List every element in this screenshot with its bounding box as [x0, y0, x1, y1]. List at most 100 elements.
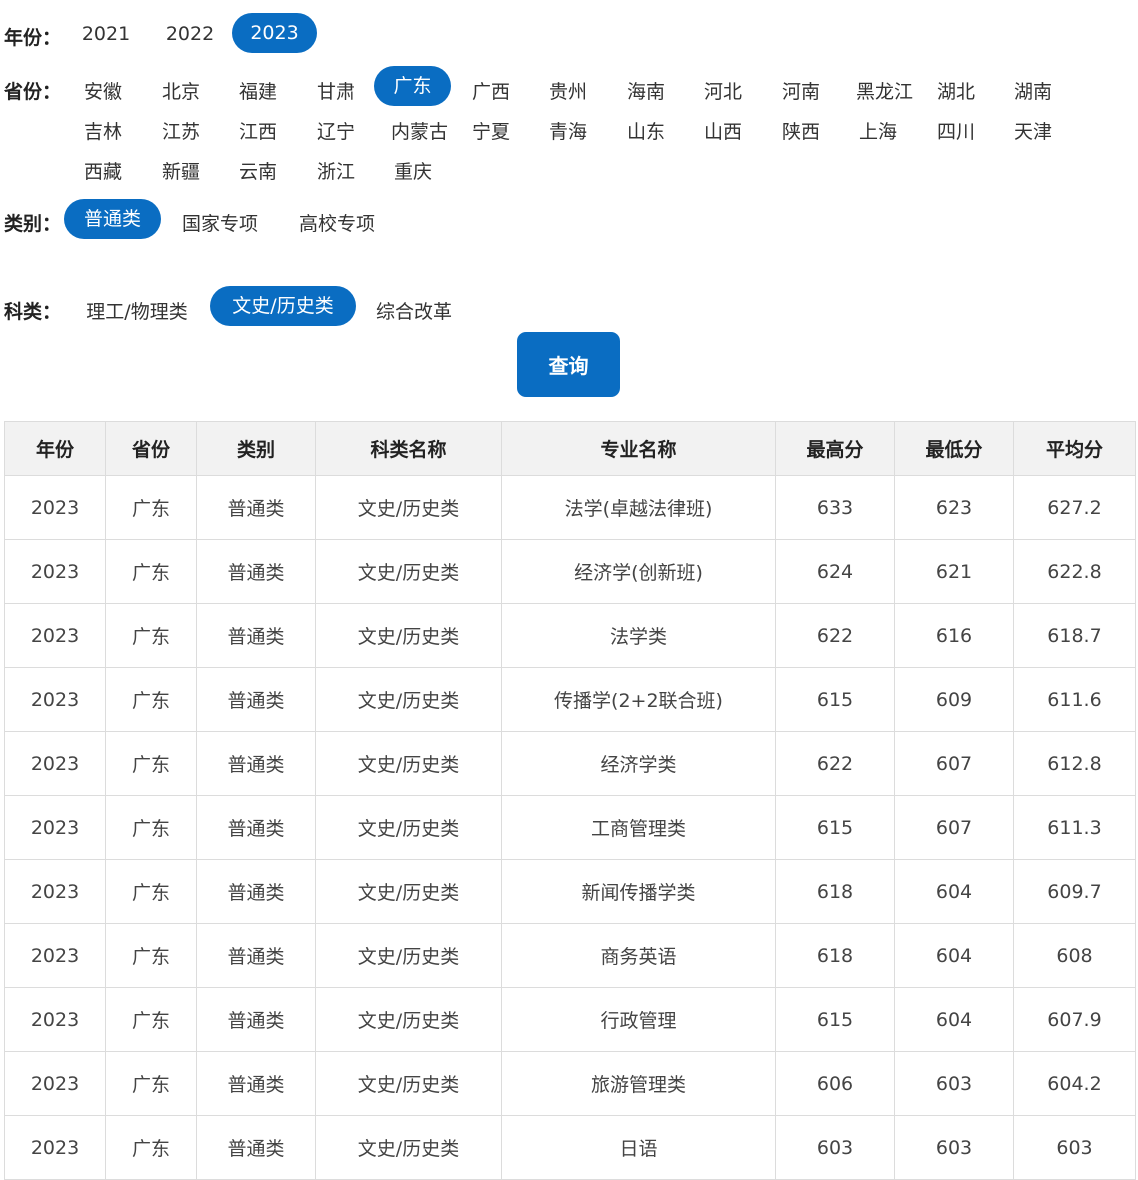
cell-category: 普通类 [196, 795, 316, 860]
cell-min-score: 621 [894, 539, 1014, 604]
cell-category: 普通类 [196, 923, 316, 988]
year-option[interactable]: 2021 [81, 23, 131, 45]
cell-subject: 文史/历史类 [315, 475, 502, 540]
cell-subject: 文史/历史类 [315, 603, 502, 668]
province-option[interactable]: 安徽 [81, 77, 125, 104]
province-option[interactable]: 新疆 [159, 157, 203, 184]
province-option[interactable]: 贵州 [546, 77, 590, 104]
province-option[interactable]: 河南 [779, 77, 823, 104]
cell-year: 2023 [4, 923, 106, 988]
province-option[interactable]: 西藏 [81, 157, 125, 184]
cell-subject: 文史/历史类 [315, 731, 502, 796]
score-table: 年份 省份 类别 科类名称 专业名称 最高分 最低分 平均分 2023 广东 普通类… [4, 421, 1136, 1180]
cell-province: 广东 [105, 731, 197, 796]
cell-min-score: 607 [894, 795, 1014, 860]
cell-province: 广东 [105, 987, 197, 1052]
header-province: 省份 [105, 421, 197, 476]
cell-province: 广东 [105, 667, 197, 732]
cell-subject: 文史/历史类 [315, 859, 502, 924]
province-option[interactable]: 重庆 [391, 157, 435, 184]
cell-year: 2023 [4, 1051, 106, 1116]
cell-max-score: 622 [775, 603, 895, 668]
province-option[interactable]: 四川 [934, 117, 978, 144]
subject-option[interactable]: 综合改革 [372, 297, 456, 324]
cell-year: 2023 [4, 859, 106, 924]
category-label: 类别： [4, 213, 62, 235]
cell-major: 工商管理类 [501, 795, 776, 860]
table-row: 2023 广东 普通类 文史/历史类 工商管理类 615 607 611.3 [4, 795, 1136, 860]
header-max-score: 最高分 [775, 421, 895, 476]
category-option[interactable]: 国家专项 [178, 209, 262, 236]
cell-major: 传播学(2+2联合班) [501, 667, 776, 732]
table-row: 2023 广东 普通类 文史/历史类 日语 603 603 603 [4, 1115, 1136, 1180]
cell-major: 法学类 [501, 603, 776, 668]
year-option[interactable]: 2022 [164, 23, 216, 45]
province-option[interactable]: 广西 [469, 77, 513, 104]
cell-major: 新闻传播学类 [501, 859, 776, 924]
province-option[interactable]: 内蒙古 [391, 117, 448, 144]
province-option[interactable]: 湖北 [934, 77, 978, 104]
province-option[interactable]: 海南 [624, 77, 668, 104]
cell-max-score: 618 [775, 923, 895, 988]
cell-province: 广东 [105, 859, 197, 924]
cell-max-score: 618 [775, 859, 895, 924]
province-option[interactable]: 甘肃 [314, 77, 358, 104]
cell-year: 2023 [4, 795, 106, 860]
province-option[interactable]: 北京 [159, 77, 203, 104]
province-option[interactable]: 山东 [624, 117, 668, 144]
table-row: 2023 广东 普通类 文史/历史类 法学类 622 616 618.7 [4, 603, 1136, 668]
cell-province: 广东 [105, 1051, 197, 1116]
cell-min-score: 616 [894, 603, 1014, 668]
cell-category: 普通类 [196, 859, 316, 924]
province-option[interactable]: 福建 [236, 77, 280, 104]
cell-min-score: 604 [894, 987, 1014, 1052]
subject-option-selected[interactable]: 文史/历史类 [210, 286, 356, 326]
province-option[interactable]: 吉林 [81, 117, 125, 144]
province-option[interactable]: 江苏 [159, 117, 203, 144]
cell-year: 2023 [4, 539, 106, 604]
province-option[interactable]: 宁夏 [469, 117, 513, 144]
cell-major: 经济学(创新班) [501, 539, 776, 604]
province-option[interactable]: 天津 [1011, 117, 1055, 144]
province-option[interactable]: 浙江 [314, 157, 358, 184]
province-option[interactable]: 湖南 [1011, 77, 1055, 104]
province-option[interactable]: 江西 [236, 117, 280, 144]
province-option[interactable]: 云南 [236, 157, 280, 184]
cell-province: 广东 [105, 1115, 197, 1180]
province-option[interactable]: 山西 [701, 117, 745, 144]
cell-major: 日语 [501, 1115, 776, 1180]
cell-min-score: 604 [894, 859, 1014, 924]
cell-major: 商务英语 [501, 923, 776, 988]
cell-major: 经济学类 [501, 731, 776, 796]
cell-major: 行政管理 [501, 987, 776, 1052]
category-option[interactable]: 高校专项 [295, 209, 379, 236]
cell-category: 普通类 [196, 987, 316, 1052]
cell-avg-score: 612.8 [1013, 731, 1136, 796]
cell-province: 广东 [105, 539, 197, 604]
subject-option[interactable]: 理工/物理类 [81, 297, 193, 324]
province-option[interactable]: 辽宁 [314, 117, 358, 144]
cell-avg-score: 604.2 [1013, 1051, 1136, 1116]
table-row: 2023 广东 普通类 文史/历史类 经济学类 622 607 612.8 [4, 731, 1136, 796]
province-option[interactable]: 青海 [546, 117, 590, 144]
province-option[interactable]: 河北 [701, 77, 745, 104]
cell-category: 普通类 [196, 731, 316, 796]
cell-major: 旅游管理类 [501, 1051, 776, 1116]
table-row: 2023 广东 普通类 文史/历史类 旅游管理类 606 603 604.2 [4, 1051, 1136, 1116]
cell-avg-score: 618.7 [1013, 603, 1136, 668]
cell-subject: 文史/历史类 [315, 539, 502, 604]
cell-max-score: 622 [775, 731, 895, 796]
province-option-selected[interactable]: 广东 [374, 66, 451, 106]
province-option[interactable]: 陕西 [779, 117, 823, 144]
table-row: 2023 广东 普通类 文史/历史类 传播学(2+2联合班) 615 609 611.6 [4, 667, 1136, 732]
year-option-selected[interactable]: 2023 [232, 13, 317, 53]
cell-year: 2023 [4, 987, 106, 1052]
cell-max-score: 603 [775, 1115, 895, 1180]
category-option-selected[interactable]: 普通类 [64, 199, 161, 239]
cell-subject: 文史/历史类 [315, 667, 502, 732]
table-row: 2023 广东 普通类 文史/历史类 商务英语 618 604 608 [4, 923, 1136, 988]
query-button[interactable]: 查询 [517, 332, 620, 397]
province-option[interactable]: 黑龙江 [856, 77, 913, 104]
cell-avg-score: 608 [1013, 923, 1136, 988]
province-option[interactable]: 上海 [856, 117, 900, 144]
